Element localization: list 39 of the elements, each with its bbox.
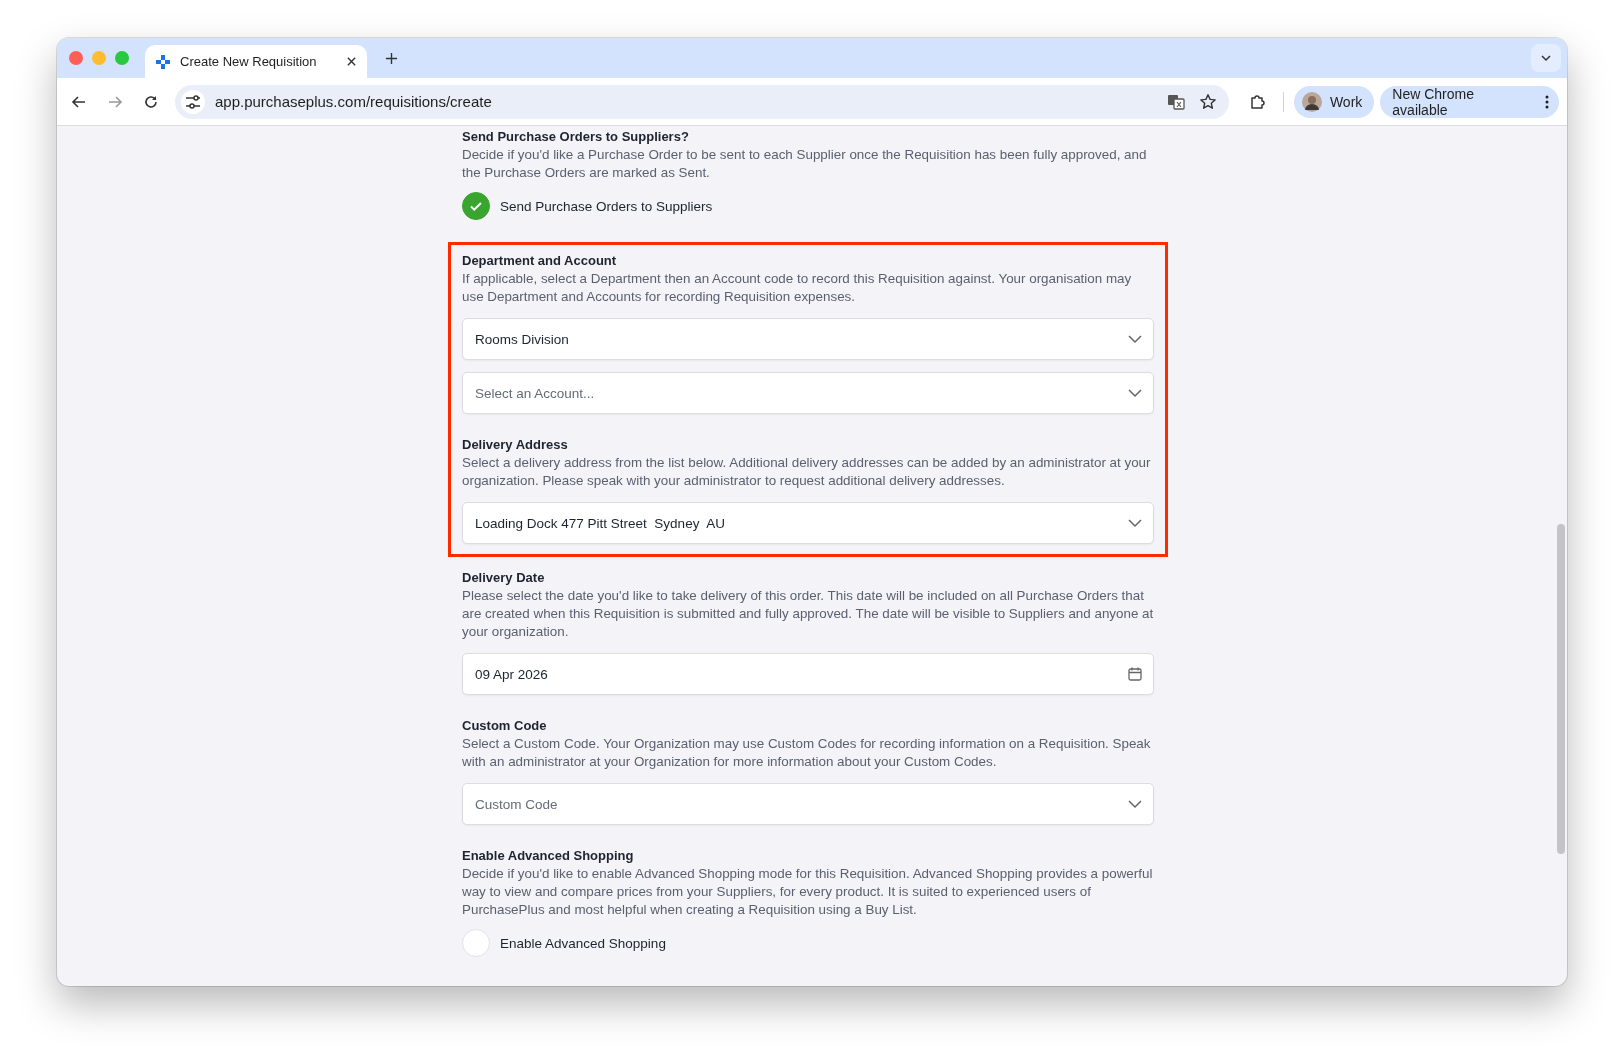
- section-description: Decide if you'd like a Purchase Order to be sent to each Supplier once the Requisition has been fully approved, and the Purchase Orders are marked as Sent.: [462, 146, 1148, 182]
- update-button[interactable]: New Chrome available: [1380, 85, 1559, 118]
- checkbox-label: Enable Advanced Shopping: [500, 935, 666, 951]
- section-title: Department and Account: [462, 252, 618, 270]
- section-description: Please select the date you'd like to take delivery of this order. This date will be included on all Purchase Orders that are created when this Requisition is submitted and fully approved. The date will be visible to Suppliers and anyone at your organization.: [462, 587, 1154, 641]
- app-logo-icon: [155, 53, 171, 70]
- address-bar[interactable]: app.purchaseplus.com/requisitions/create: [174, 84, 1229, 119]
- section-title: Enable Advanced Shopping: [462, 847, 635, 865]
- calendar-icon[interactable]: [1127, 666, 1143, 682]
- section-title: Delivery Address: [462, 436, 569, 454]
- more-icon[interactable]: [1545, 94, 1549, 109]
- translate-icon[interactable]: [1166, 92, 1185, 111]
- site-settings-icon[interactable]: [180, 89, 205, 114]
- close-icon[interactable]: [346, 56, 357, 67]
- checkbox[interactable]: [462, 192, 490, 220]
- select-field[interactable]: Rooms Division: [462, 318, 1154, 360]
- select-field[interactable]: Loading Dock 477 Pitt Street Sydney AU: [462, 502, 1154, 544]
- avatar: [1301, 91, 1322, 112]
- puzzle-icon[interactable]: [1248, 92, 1267, 111]
- section-description: Select a delivery address from the list below. Additional delivery addresses can be added by an administrator at your organization. Please speak with your administrator to request additional delivery addresses.: [462, 454, 1152, 490]
- section-title: Delivery Date: [462, 569, 546, 587]
- select-field[interactable]: Custom Code: [462, 783, 1154, 825]
- chevron-down-icon: [1540, 52, 1552, 64]
- profile-button[interactable]: Work: [1293, 85, 1375, 118]
- section-description: Select a Custom Code. Your Organization may use Custom Codes for recording information on a Requisition. Speak with an administrator at your Organization for more information about your Custom Codes.: [462, 735, 1152, 771]
- section-title: Custom Code: [462, 717, 548, 735]
- section-description: If applicable, select a Department then an Account code to record this Requisition against. Your organisation may use Department and Accounts for recording Requisition expenses.: [462, 270, 1133, 306]
- checkbox-label: Send Purchase Orders to Suppliers: [500, 198, 713, 214]
- section-description: Decide if you'd like to enable Advanced Shopping mode for this Requisition. Advanced Shopping provides a powerful way to view and compare prices from your Suppliers, for every product. It is suited to experienced users of PurchasePlus and most helpful when creating a Requisition using a Buy List.: [462, 865, 1154, 919]
- select-field[interactable]: Select an Account...: [462, 372, 1154, 414]
- date-field[interactable]: 09 Apr 2026: [462, 653, 1154, 695]
- forward-icon[interactable]: [107, 93, 123, 110]
- star-icon[interactable]: [1198, 92, 1217, 111]
- section-title: Send Purchase Orders to Suppliers?: [462, 128, 690, 146]
- browser-tab[interactable]: Create New Requisition: [145, 45, 367, 78]
- new-tab-icon[interactable]: [385, 51, 398, 65]
- tab-search-button[interactable]: [1531, 44, 1561, 72]
- reload-icon[interactable]: [142, 93, 159, 110]
- scrollbar[interactable]: [1557, 524, 1565, 854]
